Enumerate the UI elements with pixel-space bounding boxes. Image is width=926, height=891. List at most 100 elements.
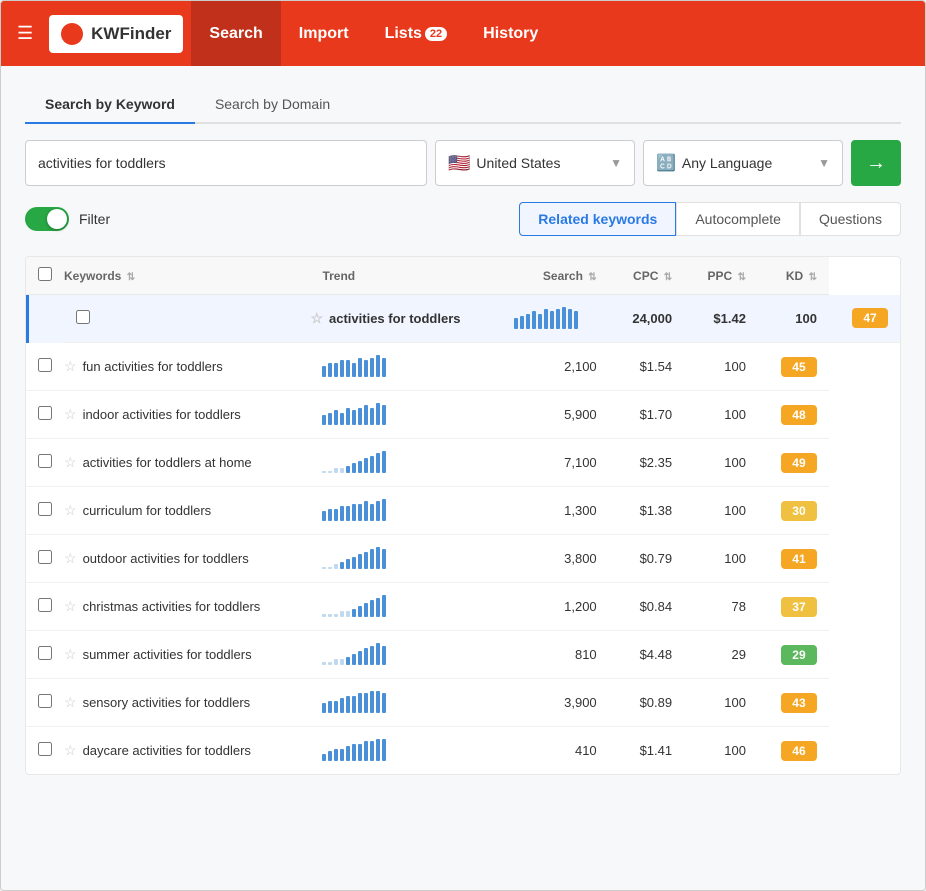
table-row: ☆ fun activities for toddlers 2,100 $1.5… <box>26 343 900 391</box>
star-icon[interactable]: ☆ <box>64 742 77 759</box>
star-icon[interactable]: ☆ <box>64 694 77 711</box>
row-cpc-cell: $1.42 <box>684 295 758 343</box>
row-ppc-cell: 100 <box>684 487 758 535</box>
filter-tab-related[interactable]: Related keywords <box>519 202 676 236</box>
row-checkbox-cell <box>64 295 310 343</box>
row-trend-cell <box>310 631 502 679</box>
row-search-cell: 3,900 <box>502 679 608 727</box>
nav-import[interactable]: Import <box>281 1 367 66</box>
filter-label[interactable]: Filter <box>79 211 110 227</box>
row-checkbox[interactable] <box>38 454 52 468</box>
trend-chart <box>322 449 388 473</box>
row-checkbox[interactable] <box>38 502 52 516</box>
row-checkbox-cell <box>26 631 64 679</box>
language-text: Any Language <box>682 155 812 171</box>
row-cpc-cell: $2.35 <box>609 439 684 487</box>
row-checkbox[interactable] <box>76 310 90 324</box>
filter-tab-questions[interactable]: Questions <box>800 202 901 236</box>
star-icon[interactable]: ☆ <box>64 406 77 423</box>
kd-badge: 29 <box>781 645 817 665</box>
row-trend-cell <box>310 439 502 487</box>
trend-chart <box>322 401 388 425</box>
col-header-cpc[interactable]: CPC ⇅ <box>609 257 684 295</box>
row-trend-cell <box>310 727 502 775</box>
keyword-text: daycare activities for toddlers <box>83 743 251 758</box>
row-search-cell: 1,300 <box>502 487 608 535</box>
keyword-text: activities for toddlers <box>329 311 460 326</box>
row-search-cell: 3,800 <box>502 535 608 583</box>
filter-toggle[interactable] <box>25 207 69 231</box>
row-search-cell: 810 <box>502 631 608 679</box>
row-trend-cell <box>310 343 502 391</box>
col-header-search[interactable]: Search ⇅ <box>502 257 608 295</box>
filter-tab-autocomplete[interactable]: Autocomplete <box>676 202 800 236</box>
row-ppc-cell: 100 <box>684 391 758 439</box>
col-header-keywords[interactable]: Keywords ⇅ <box>64 257 310 295</box>
lists-badge: 22 <box>425 27 447 41</box>
hamburger-icon[interactable]: ☰ <box>17 23 33 44</box>
row-search-cell: 410 <box>502 727 608 775</box>
keyword-text: indoor activities for toddlers <box>83 407 241 422</box>
row-checkbox[interactable] <box>38 694 52 708</box>
country-selector[interactable]: 🇺🇸 United States ▼ <box>435 140 635 186</box>
col-header-kd[interactable]: KD ⇅ <box>758 257 829 295</box>
row-search-cell: 24,000 <box>609 295 684 343</box>
star-icon[interactable]: ☆ <box>64 550 77 567</box>
row-checkbox[interactable] <box>38 742 52 756</box>
tab-domain[interactable]: Search by Domain <box>195 86 350 124</box>
header-nav: Search Import Lists 22 History <box>191 1 556 66</box>
kd-sort-icon: ⇅ <box>809 272 817 283</box>
language-selector[interactable]: 🔠 Any Language ▼ <box>643 140 843 186</box>
star-icon[interactable]: ☆ <box>64 454 77 471</box>
row-checkbox[interactable] <box>38 358 52 372</box>
row-checkbox[interactable] <box>38 646 52 660</box>
nav-history[interactable]: History <box>465 1 556 66</box>
row-keyword-cell: ☆ outdoor activities for toddlers <box>64 535 310 583</box>
row-ppc-cell: 100 <box>684 439 758 487</box>
col-header-trend: Trend <box>310 257 502 295</box>
nav-search[interactable]: Search <box>191 1 280 66</box>
row-checkbox-cell <box>26 487 64 535</box>
star-icon[interactable]: ☆ <box>64 646 77 663</box>
row-cpc-cell: $0.89 <box>609 679 684 727</box>
trend-chart <box>322 641 388 665</box>
star-icon[interactable]: ☆ <box>64 598 77 615</box>
row-keyword-cell: ☆ summer activities for toddlers <box>64 631 310 679</box>
tab-keyword[interactable]: Search by Keyword <box>25 86 195 124</box>
table-row: ☆ sensory activities for toddlers 3,900 … <box>26 679 900 727</box>
table-wrapper: Keywords ⇅ Trend Search ⇅ CPC ⇅ <box>26 257 900 774</box>
row-kd-cell: 43 <box>758 679 829 727</box>
table-row: ☆ daycare activities for toddlers 410 $1… <box>26 727 900 775</box>
select-all-checkbox[interactable] <box>38 267 52 281</box>
row-kd-cell: 48 <box>758 391 829 439</box>
trend-chart <box>322 689 388 713</box>
nav-lists[interactable]: Lists 22 <box>367 1 466 66</box>
row-checkbox-cell <box>26 391 64 439</box>
toggle-knob <box>47 209 67 229</box>
star-icon[interactable]: ☆ <box>64 502 77 519</box>
row-ppc-cell: 100 <box>684 343 758 391</box>
row-keyword-cell: ☆ christmas activities for toddlers <box>64 583 310 631</box>
search-button[interactable]: → <box>851 140 901 186</box>
keyword-text: curriculum for toddlers <box>83 503 212 518</box>
row-checkbox[interactable] <box>38 550 52 564</box>
star-icon[interactable]: ☆ <box>64 358 77 375</box>
row-ppc-cell: 100 <box>684 727 758 775</box>
star-icon[interactable]: ☆ <box>310 310 323 327</box>
row-ppc-cell: 29 <box>684 631 758 679</box>
row-kd-cell: 30 <box>758 487 829 535</box>
col-header-ppc[interactable]: PPC ⇅ <box>684 257 758 295</box>
header: ☰ KWFinder Search Import Lists 22 Histor… <box>1 1 925 66</box>
row-checkbox[interactable] <box>38 598 52 612</box>
row-cpc-cell: $4.48 <box>609 631 684 679</box>
row-kd-cell: 46 <box>758 727 829 775</box>
row-keyword-cell: ☆ indoor activities for toddlers <box>64 391 310 439</box>
cpc-sort-icon: ⇅ <box>664 272 672 283</box>
search-row: 🇺🇸 United States ▼ 🔠 Any Language ▼ → <box>25 140 901 186</box>
row-keyword-cell: ☆ daycare activities for toddlers <box>64 727 310 775</box>
keyword-input[interactable] <box>25 140 427 186</box>
keyword-text: sensory activities for toddlers <box>83 695 251 710</box>
row-checkbox[interactable] <box>38 406 52 420</box>
search-tabs: Search by Keyword Search by Domain <box>25 86 901 124</box>
keywords-table: Keywords ⇅ Trend Search ⇅ CPC ⇅ <box>25 256 901 775</box>
